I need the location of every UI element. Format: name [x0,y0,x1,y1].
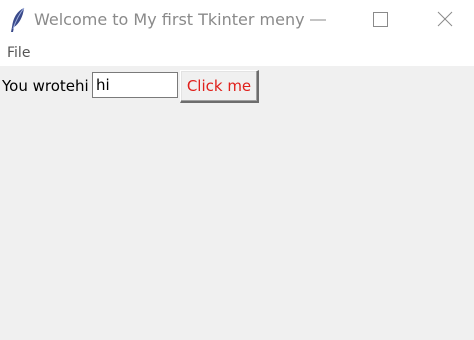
feather-icon [8,7,28,33]
window-title: Welcome to My first Tkinter meny [34,10,305,29]
maximize-icon [373,12,388,27]
menu-item-file[interactable]: File [7,45,30,61]
text-entry[interactable] [92,72,178,98]
minimize-icon [310,19,326,21]
client-area: You wrotehi Click me [0,66,474,340]
app-window: Welcome to My first Tkinter meny File Yo… [0,0,474,340]
menu-bar: File [0,40,474,66]
you-wrote-label: You wrotehi [2,77,89,95]
title-bar[interactable]: Welcome to My first Tkinter meny [0,0,474,40]
minimize-button[interactable] [286,0,350,40]
click-me-button[interactable]: Click me [180,70,259,103]
close-button[interactable] [410,0,474,40]
maximize-button[interactable] [348,0,412,40]
close-icon [437,11,453,27]
